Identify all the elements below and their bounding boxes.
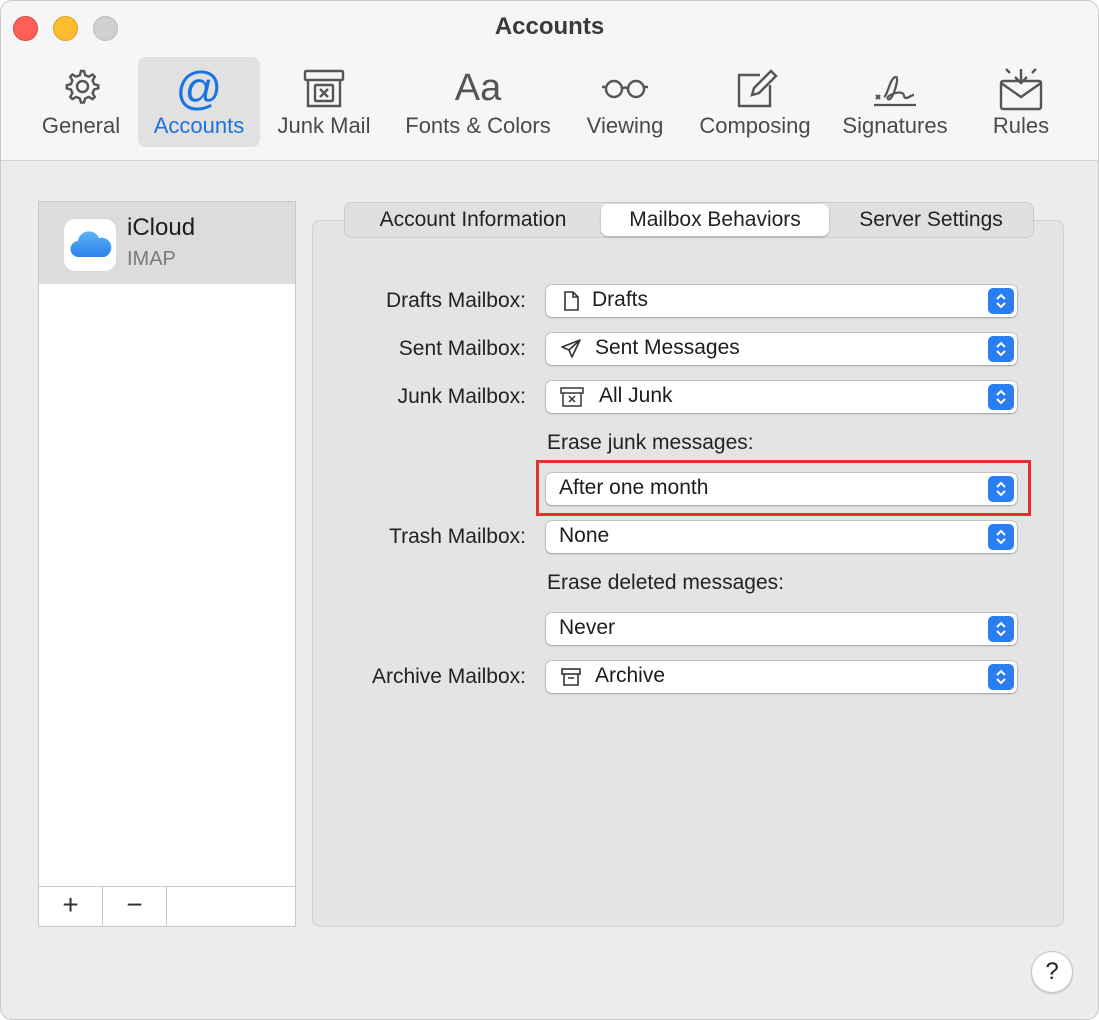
sent-mailbox-value: Sent Messages: [595, 336, 740, 359]
toolbar-fonts-colors[interactable]: Aa Fonts & Colors: [393, 57, 563, 147]
toolbar-rules-label: Rules: [992, 113, 1050, 138]
toolbar-fonts-colors-label: Fonts & Colors: [405, 113, 551, 138]
junk-mailbox-popup[interactable]: All Junk: [546, 381, 1017, 413]
archive-mailbox-value: Archive: [595, 664, 666, 687]
account-list: iCloud IMAP + −: [38, 201, 296, 927]
gear-icon: [56, 65, 106, 113]
drafts-mailbox-value: Drafts: [592, 288, 649, 311]
title-bar: Accounts General @ Accounts Junk Mail Aa…: [1, 1, 1098, 161]
highlight-annotation-box: [536, 460, 1031, 516]
sent-mailbox-popup[interactable]: Sent Messages: [546, 333, 1017, 365]
toolbar-viewing-label: Viewing: [586, 113, 664, 138]
junk-bin-icon: [299, 65, 349, 113]
toolbar-accounts-label: Accounts: [153, 113, 245, 138]
glasses-icon: [600, 65, 650, 113]
preferences-toolbar: General @ Accounts Junk Mail Aa Fonts & …: [1, 57, 1098, 149]
at-icon: @: [175, 62, 223, 114]
erase-deleted-popup[interactable]: Never: [546, 613, 1017, 645]
chevron-updown-icon: [988, 384, 1014, 410]
accounts-preferences-window: Accounts General @ Accounts Junk Mail Aa…: [0, 0, 1099, 1020]
erase-deleted-value: Never: [559, 616, 616, 639]
toolbar-accounts[interactable]: @ Accounts: [138, 57, 260, 147]
trash-mailbox-value: None: [559, 524, 610, 547]
paper-plane-icon: [560, 338, 582, 360]
toolbar-composing[interactable]: Composing: [689, 57, 821, 147]
fonts-icon: Aa: [454, 67, 502, 109]
toolbar-junk-mail-label: Junk Mail: [277, 113, 371, 138]
archive-mailbox-popup[interactable]: Archive: [546, 661, 1017, 693]
drafts-mailbox-label: Drafts Mailbox:: [385, 289, 526, 312]
chevron-updown-icon: [988, 336, 1014, 362]
sent-mailbox-label: Sent Mailbox:: [398, 337, 526, 360]
toolbar-rules[interactable]: Rules: [975, 57, 1067, 147]
account-list-footer: + −: [39, 886, 295, 926]
chevron-updown-icon: [988, 524, 1014, 550]
tab-bar: Account Information Mailbox Behaviors Se…: [344, 202, 1034, 238]
window-title: Accounts: [494, 13, 605, 40]
account-type: IMAP: [127, 248, 176, 270]
add-account-button[interactable]: +: [39, 887, 103, 926]
toolbar-composing-label: Composing: [699, 113, 811, 138]
document-icon: [560, 290, 582, 312]
help-button[interactable]: ?: [1031, 951, 1073, 993]
chevron-updown-icon: [988, 288, 1014, 314]
tab-account-information[interactable]: Account Information: [349, 203, 597, 237]
remove-account-button[interactable]: −: [103, 887, 167, 926]
tab-server-settings[interactable]: Server Settings: [835, 203, 1027, 237]
drafts-mailbox-popup[interactable]: Drafts: [546, 285, 1017, 317]
chevron-updown-icon: [988, 616, 1014, 642]
toolbar-viewing[interactable]: Viewing: [573, 57, 677, 147]
toolbar-junk-mail[interactable]: Junk Mail: [267, 57, 381, 147]
erase-deleted-label: Erase deleted messages:: [547, 571, 784, 594]
toolbar-signatures[interactable]: Signatures: [833, 57, 957, 147]
signature-icon: [870, 65, 920, 113]
junk-mailbox-label: Junk Mailbox:: [397, 385, 526, 408]
erase-junk-label: Erase junk messages:: [547, 431, 754, 454]
trash-mailbox-popup[interactable]: None: [546, 521, 1017, 553]
junk-mailbox-value: All Junk: [599, 384, 673, 407]
toolbar-general[interactable]: General: [31, 57, 131, 147]
toolbar-signatures-label: Signatures: [842, 113, 948, 138]
chevron-updown-icon: [988, 664, 1014, 690]
compose-icon: [730, 65, 780, 113]
account-list-item[interactable]: iCloud IMAP: [39, 202, 295, 284]
icloud-icon: [63, 218, 117, 272]
archive-mailbox-label: Archive Mailbox:: [371, 665, 526, 688]
toolbar-general-label: General: [41, 113, 121, 138]
trash-mailbox-label: Trash Mailbox:: [389, 525, 526, 548]
tab-mailbox-behaviors[interactable]: Mailbox Behaviors: [601, 204, 829, 236]
archive-box-icon: [560, 666, 582, 688]
junk-bin-icon: [560, 386, 584, 408]
account-name: iCloud: [127, 214, 196, 241]
rules-envelope-icon: [996, 65, 1046, 113]
